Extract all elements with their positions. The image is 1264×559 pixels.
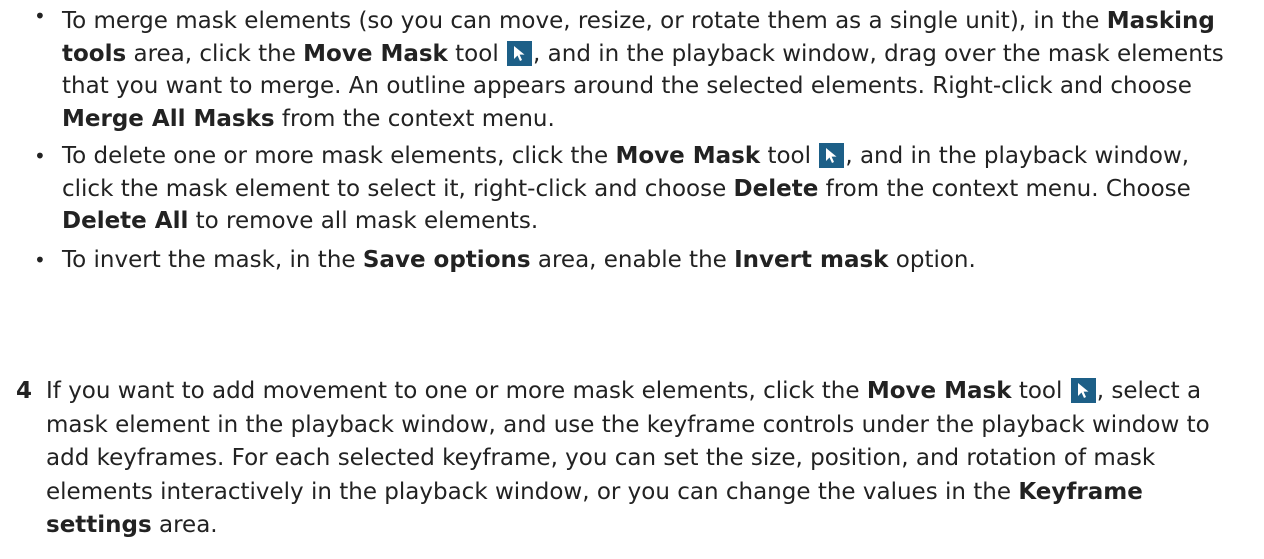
text: area, click the xyxy=(126,40,304,67)
text: If you want to add movement to one or mo… xyxy=(46,378,867,404)
bullet-delete-masks: • To delete one or more mask elements, c… xyxy=(34,140,1244,238)
merge-all-masks-term: Merge All Masks xyxy=(62,105,275,132)
delete-term: Delete xyxy=(733,175,819,202)
text: tool xyxy=(1011,378,1070,404)
step-number: 4 xyxy=(16,378,33,404)
delete-all-term: Delete All xyxy=(62,208,189,234)
text: area, enable the xyxy=(530,246,735,273)
move-mask-cursor-icon xyxy=(1070,378,1096,403)
move-mask-cursor-icon xyxy=(819,143,845,168)
text: option. xyxy=(888,246,976,273)
bullet-list: • To merge mask elements (so you can mov… xyxy=(34,0,1244,276)
text: from the context menu. xyxy=(274,105,555,132)
move-mask-cursor-icon xyxy=(507,40,533,66)
bullet-invert-mask: • To invert the mask, in the Save option… xyxy=(34,244,1244,277)
bullet-dot: • xyxy=(34,247,46,272)
save-options-term: Save options xyxy=(362,246,531,273)
text: To delete one or more mask elements, cli… xyxy=(62,143,616,169)
move-mask-term: Move Mask xyxy=(866,378,1012,404)
step-text: If you want to add movement to one or mo… xyxy=(46,375,1246,543)
text: to remove all mask elements. xyxy=(188,208,539,234)
step-4: 4 If you want to add movement to one or … xyxy=(16,375,1246,543)
text: To invert the mask, in the xyxy=(62,246,363,273)
text: from the context menu. Choose xyxy=(818,175,1191,202)
help-page: • To merge mask elements (so you can mov… xyxy=(0,0,1264,559)
invert-mask-term: Invert mask xyxy=(734,246,889,273)
text: To merge mask elements (so you can move,… xyxy=(62,8,1107,34)
text: area. xyxy=(151,512,218,538)
move-mask-term: Move Mask xyxy=(615,143,761,169)
bullet-dot: • xyxy=(34,144,46,168)
move-mask-term: Move Mask xyxy=(303,40,448,67)
bullet-dot: • xyxy=(34,4,46,28)
bullet-merge-masks: • To merge mask elements (so you can mov… xyxy=(34,0,1244,135)
text: tool xyxy=(760,143,819,169)
text: tool xyxy=(447,40,507,67)
